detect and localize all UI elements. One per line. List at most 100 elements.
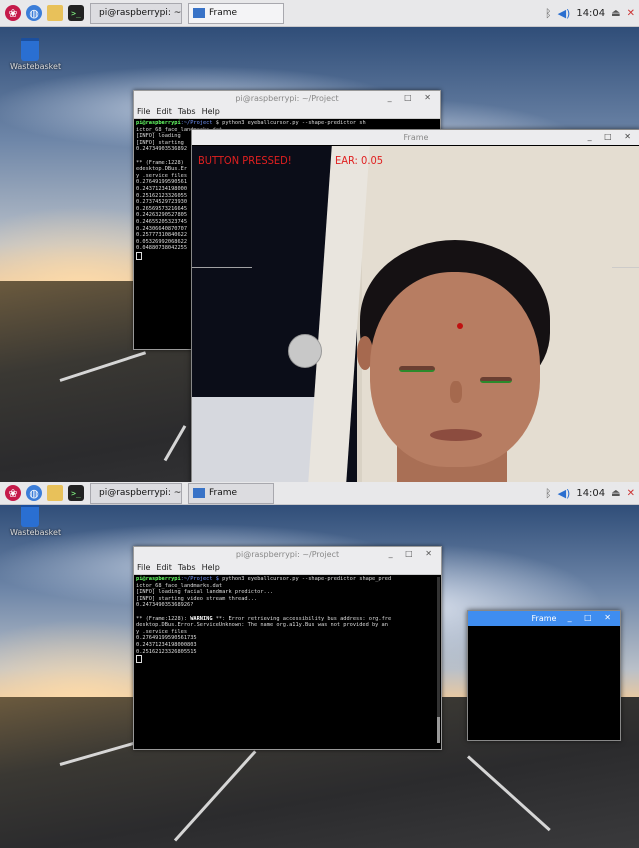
wastebasket-desktop-icon[interactable]: Wastebasket <box>10 38 62 71</box>
prompt-user: pi@raspberrypi <box>136 576 181 582</box>
file-manager-icon[interactable] <box>47 5 63 21</box>
menu-help[interactable]: Help <box>202 107 220 116</box>
output-value: 0.05326992068622 <box>136 238 188 245</box>
output-value: 0.25162123326805515 <box>136 648 197 655</box>
output-value: 0.247349035368926? <box>136 602 194 609</box>
output-value: 0.24655205323745 <box>136 218 188 225</box>
web-browser-icon[interactable]: ◍ <box>26 485 42 501</box>
warning-word: WARNING <box>190 615 213 622</box>
warning-line: **: Error retrieving accessibility bus a… <box>212 615 392 622</box>
prompt-user: pi@raspberrypi <box>136 120 181 126</box>
cpu-monitor-icon[interactable]: ✕ <box>627 8 635 19</box>
window-controls[interactable]: _ □ ✕ <box>568 613 616 622</box>
system-tray: ᛒ ◀) 14:04 ⏏ ✕ <box>545 7 639 20</box>
taskbar-terminal-button[interactable]: pi@raspberrypi: ~/Pr... <box>90 482 182 504</box>
left-eye-contour <box>399 366 435 372</box>
warning-line: ** (Frame:1228) <box>136 159 184 166</box>
taskbar-frame-label: Frame <box>209 8 238 18</box>
output-value: 0.25162123326055 <box>136 192 188 199</box>
webcam-feed: BUTTON PRESSED! EAR: 0.05 <box>192 146 639 482</box>
volume-icon[interactable]: ◀) <box>558 7 571 20</box>
bluetooth-icon[interactable]: ᛒ <box>545 7 552 20</box>
terminal-title: pi@raspberrypi: ~/Project <box>235 549 340 559</box>
terminal-output[interactable]: pi@raspberrypi:~/Project $ python3 eyeba… <box>134 575 441 664</box>
bluetooth-icon[interactable]: ᛒ <box>545 487 552 500</box>
volume-icon[interactable]: ◀) <box>558 487 571 500</box>
output-value: 0.26569573216645 <box>136 205 188 212</box>
clock: 14:04 <box>576 7 606 19</box>
wastebasket-label: Wastebasket <box>10 62 62 71</box>
prompt-path: :~/Project <box>180 120 216 126</box>
info-line: [INFO] loading facial landmark predictor… <box>136 589 274 596</box>
cpu-monitor-icon[interactable]: ✕ <box>627 488 635 499</box>
top-screenshot: Wastebasket ❀ ◍ >_ pi@raspberrypi: ~/Pr.… <box>0 0 639 482</box>
terminal-launcher-icon[interactable]: >_ <box>68 485 84 501</box>
menu-tabs[interactable]: Tabs <box>178 563 196 572</box>
bindi <box>457 323 463 329</box>
scrollbar-thumb[interactable] <box>437 717 440 743</box>
frame-window[interactable]: Frame _ □ ✕ <box>467 610 621 741</box>
output-value: 0.27649199590561 <box>136 179 188 186</box>
guide-line <box>192 267 252 268</box>
file-manager-icon[interactable] <box>47 485 63 501</box>
terminal-launcher-icon[interactable]: >_ <box>68 5 84 21</box>
taskbar-terminal-button[interactable]: pi@raspberrypi: ~/Pr... <box>90 2 182 24</box>
terminal-titlebar[interactable]: pi@raspberrypi: ~/Project _ □ ✕ <box>134 91 440 105</box>
text-cursor <box>136 251 142 260</box>
menu-help[interactable]: Help <box>202 563 220 572</box>
taskbar: ❀ ◍ >_ pi@raspberrypi: ~/Pr... Frame ᛒ ◀… <box>0 0 639 27</box>
window-controls[interactable]: _ □ ✕ <box>588 132 636 141</box>
terminal-titlebar[interactable]: pi@raspberrypi: ~/Project _ □ ✕ <box>134 547 441 561</box>
output-value: 0.27649199590561735 <box>136 635 197 642</box>
menu-tabs[interactable]: Tabs <box>178 107 196 116</box>
output-value: 0.27374529723930 <box>136 199 188 206</box>
lips <box>430 429 482 441</box>
window-icon <box>193 488 205 498</box>
warning-line: desktop.DBus.Error.ServiceUnknown: The n… <box>136 622 388 629</box>
command-line: $ python3 eyeballcursor.py --shape-predi… <box>215 120 366 126</box>
terminal-window[interactable]: pi@raspberrypi: ~/Project _ □ ✕ File Edi… <box>133 546 442 750</box>
output-value: 0.25777310840622 <box>136 232 188 239</box>
raspberry-menu-icon[interactable]: ❀ <box>5 485 21 501</box>
output-value: 0.24371234198000803 <box>136 641 197 648</box>
info-line: [INFO] starting video stream thread... <box>136 595 258 602</box>
system-tray: ᛒ ◀) 14:04 ⏏ ✕ <box>545 487 639 500</box>
taskbar-terminal-label: pi@raspberrypi: ~/Pr... <box>99 8 182 18</box>
eject-icon[interactable]: ⏏ <box>611 8 620 19</box>
right-eye-contour <box>480 377 512 383</box>
frame-title: Frame <box>403 133 429 142</box>
warning-line: y .service files <box>136 172 188 179</box>
eject-icon[interactable]: ⏏ <box>611 488 620 499</box>
menu-edit[interactable]: Edit <box>156 107 172 116</box>
door-handle <box>288 334 322 368</box>
frame-window[interactable]: Frame _ □ ✕ BUTTON PRESSED! EAR: 0.05 <box>191 129 639 482</box>
menu-file[interactable]: File <box>137 563 150 572</box>
window-controls[interactable]: _ □ ✕ <box>388 93 436 102</box>
output-value: 0.04880738042255 <box>136 245 188 252</box>
menu-edit[interactable]: Edit <box>156 563 172 572</box>
frame-titlebar[interactable]: Frame _ □ ✕ <box>192 130 639 145</box>
bottom-screenshot: Wastebasket ❀ ◍ >_ pi@raspberrypi: ~/Pr.… <box>0 482 639 848</box>
output-value: 0.24371234198000 <box>136 185 188 192</box>
output-value: 0.24306640870707 <box>136 225 188 232</box>
button-pressed-label: BUTTON PRESSED! <box>198 154 292 167</box>
command-line: python3 eyeballcursor.py --shape-predict… <box>218 576 392 582</box>
raspberry-menu-icon[interactable]: ❀ <box>5 5 21 21</box>
info-line: [INFO] loading <box>136 133 181 140</box>
warning-line: edesktop.DBus.Er <box>136 166 188 173</box>
wastebasket-label: Wastebasket <box>10 528 62 537</box>
web-browser-icon[interactable]: ◍ <box>26 5 42 21</box>
window-icon <box>193 8 205 18</box>
taskbar-frame-label: Frame <box>209 488 238 498</box>
taskbar-frame-button[interactable]: Frame <box>188 2 284 24</box>
menu-file[interactable]: File <box>137 107 150 116</box>
wastebasket-desktop-icon[interactable]: Wastebasket <box>10 504 62 537</box>
trash-icon <box>21 38 39 61</box>
command-line-cont: ictor_68_face_landmarks.dat <box>136 582 223 589</box>
frame-titlebar[interactable]: Frame _ □ ✕ <box>468 611 620 626</box>
frame-title: Frame <box>531 614 557 623</box>
info-line: [INFO] starting <box>136 139 184 146</box>
terminal-title: pi@raspberrypi: ~/Project <box>235 93 339 103</box>
taskbar-frame-button[interactable]: Frame <box>188 482 274 504</box>
window-controls[interactable]: _ □ ✕ <box>389 549 437 558</box>
